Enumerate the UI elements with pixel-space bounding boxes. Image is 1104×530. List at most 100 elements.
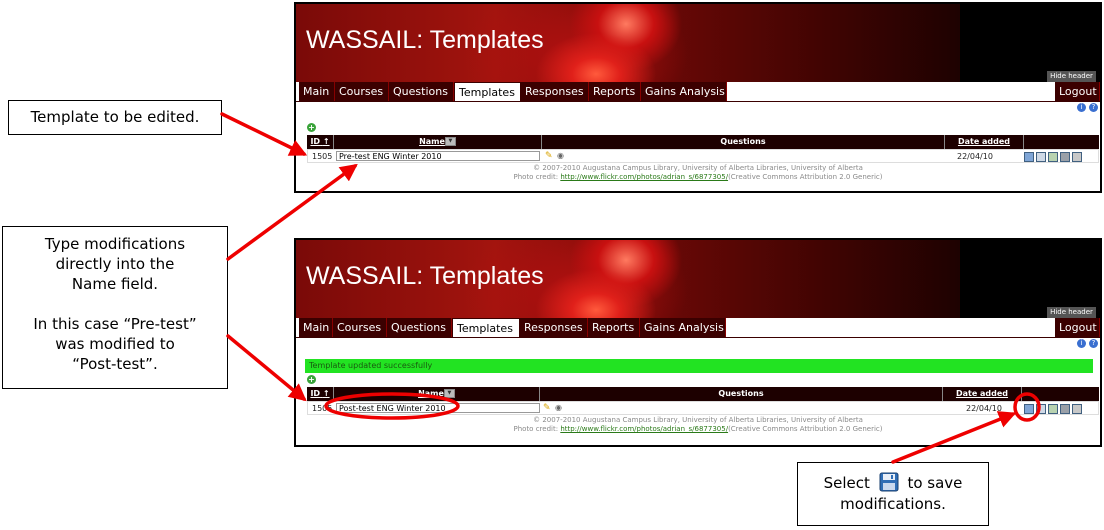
logout-button[interactable]: Logout [1055, 82, 1100, 101]
page-title: WASSAIL: Templates [306, 26, 544, 54]
tab-responses[interactable]: Responses [520, 318, 588, 337]
trash-icon[interactable] [1072, 404, 1082, 414]
row-id: 1505 [312, 152, 333, 161]
arrow-template [220, 112, 308, 156]
info-icon[interactable]: i [1077, 339, 1086, 348]
tab-templates[interactable]: Templates [452, 318, 520, 337]
table-header: ID ↑ Name ▼ Questions Date added [307, 135, 1099, 149]
tab-reports[interactable]: Reports [589, 82, 641, 101]
filter-icon[interactable]: ▼ [444, 137, 456, 146]
save-icon[interactable] [1024, 152, 1034, 162]
column-id-label: ID [310, 389, 321, 398]
copy-icon[interactable] [1036, 152, 1046, 162]
screenshot-before: WASSAIL: Templates Hide header Main Cour… [294, 2, 1102, 193]
nav-bar: Main Courses Questions Templates Respons… [296, 318, 1100, 338]
arrow-type-after [226, 334, 307, 402]
column-name[interactable]: Name ▼ [334, 135, 542, 149]
print-icon[interactable] [1060, 152, 1070, 162]
hide-header-button[interactable]: Hide header [1047, 71, 1096, 82]
footer-credit: Photo credit: http://www.flickr.com/phot… [296, 173, 1100, 182]
tab-main[interactable]: Main [299, 318, 333, 337]
footer: © 2007-2010 Augustana Campus Library, Un… [296, 164, 1100, 182]
callout-line: “Post-test”. [72, 355, 158, 373]
column-date-added[interactable]: Date added [942, 387, 1022, 401]
hide-header-button[interactable]: Hide header [1047, 307, 1096, 318]
tab-courses[interactable]: Courses [335, 82, 389, 101]
tab-questions[interactable]: Questions [389, 82, 454, 101]
eye-icon[interactable]: ◉ [555, 403, 565, 413]
tab-gains-analysis[interactable]: Gains Analysis [640, 318, 726, 337]
column-name-label: Name [419, 137, 445, 146]
footer-credit-link[interactable]: http://www.flickr.com/photos/adrian_s/68… [560, 173, 728, 181]
callout-select-line: Select to save [798, 472, 988, 494]
tab-main[interactable]: Main [299, 82, 335, 101]
tab-gains-analysis[interactable]: Gains Analysis [641, 82, 727, 101]
column-questions: Questions [718, 389, 764, 398]
footer: © 2007-2010 Augustana Campus Library, Un… [296, 416, 1100, 434]
pencil-icon[interactable]: ✎ [545, 151, 555, 161]
spreadsheet-icon[interactable] [1048, 152, 1058, 162]
trash-icon[interactable] [1072, 152, 1082, 162]
help-icon[interactable]: ? [1089, 339, 1098, 348]
footer-credit-link[interactable]: http://www.flickr.com/photos/adrian_s/68… [560, 425, 728, 433]
sort-ascending-icon: ↑ [322, 137, 330, 146]
row-date: 22/04/10 [966, 404, 1002, 413]
header-banner: WASSAIL: Templates Hide header [296, 240, 1100, 318]
page-title: WASSAIL: Templates [306, 262, 544, 290]
name-input[interactable]: Post-test ENG Winter 2010 [336, 403, 540, 413]
callout-line: directly into the [55, 255, 175, 273]
footer-credit-label: Photo credit: [513, 173, 559, 181]
footer-copyright: © 2007-2010 Augustana Campus Library, Un… [533, 416, 863, 424]
tab-templates[interactable]: Templates [454, 82, 521, 101]
help-icon[interactable]: ? [1089, 103, 1098, 112]
spreadsheet-icon[interactable] [1048, 404, 1058, 414]
print-icon[interactable] [1060, 404, 1070, 414]
tab-reports[interactable]: Reports [588, 318, 640, 337]
footer-credit-label: Photo credit: [513, 425, 559, 433]
table-row: 1505 Post-test ENG Winter 2010 ✎ ◉ 22/04… [307, 401, 1099, 415]
column-id[interactable]: ID ↑ [307, 387, 334, 401]
eye-icon[interactable]: ◉ [557, 151, 567, 161]
add-icon[interactable]: + [307, 123, 316, 132]
callout-select-save: Select to save modifications. [797, 462, 989, 526]
column-name[interactable]: Name ▼ [334, 387, 540, 401]
copy-icon[interactable] [1036, 404, 1046, 414]
logout-button[interactable]: Logout [1055, 318, 1100, 337]
column-id[interactable]: ID ↑ [307, 135, 334, 149]
success-message: Template updated successfully [305, 359, 1093, 373]
callout-line: was modified to [55, 335, 175, 353]
callout-type-modifications: Type modifications directly into the Nam… [2, 226, 228, 389]
footer-copyright: © 2007-2010 Augustana Campus Library, Un… [533, 164, 863, 172]
table-header: ID ↑ Name ▼ Questions Date added [307, 387, 1099, 401]
sort-ascending-icon: ↑ [322, 389, 330, 398]
tab-courses[interactable]: Courses [333, 318, 387, 337]
column-name-label: Name [418, 389, 444, 398]
floppy-disk-icon [879, 472, 899, 492]
save-icon[interactable] [1024, 404, 1034, 414]
callout-select-line2: modifications. [840, 494, 946, 513]
tab-responses[interactable]: Responses [521, 82, 589, 101]
column-questions: Questions [720, 137, 766, 146]
filter-icon[interactable]: ▼ [443, 389, 455, 398]
row-id: 1505 [312, 404, 333, 413]
footer-credit: Photo credit: http://www.flickr.com/phot… [296, 425, 1100, 434]
footer-credit-license: (Creative Commons Attribution 2.0 Generi… [728, 425, 883, 433]
add-icon[interactable]: + [307, 375, 316, 384]
callout-template-to-be-edited: Template to be edited. [8, 100, 222, 135]
callout-line: Type modifications [44, 235, 186, 253]
row-date: 22/04/10 [957, 152, 993, 161]
callout-line: Name field. [71, 275, 159, 293]
name-input[interactable]: Pre-test ENG Winter 2010 [336, 151, 540, 161]
info-icon[interactable]: i [1077, 103, 1086, 112]
tab-questions[interactable]: Questions [387, 318, 452, 337]
callout-select-word: Select [823, 474, 870, 492]
footer-credit-license: (Creative Commons Attribution 2.0 Generi… [728, 173, 883, 181]
callout-template-text: Template to be edited. [30, 108, 200, 126]
column-id-label: ID [310, 137, 321, 146]
nav-bar: Main Courses Questions Templates Respons… [296, 82, 1100, 102]
table-row: 1505 Pre-test ENG Winter 2010 ✎ ◉ 22/04/… [307, 149, 1099, 163]
callout-line: In this case “Pre-test” [33, 315, 197, 333]
pencil-icon[interactable]: ✎ [543, 403, 553, 413]
screenshot-after: WASSAIL: Templates Hide header Main Cour… [294, 238, 1102, 447]
column-date-added[interactable]: Date added [944, 135, 1024, 149]
